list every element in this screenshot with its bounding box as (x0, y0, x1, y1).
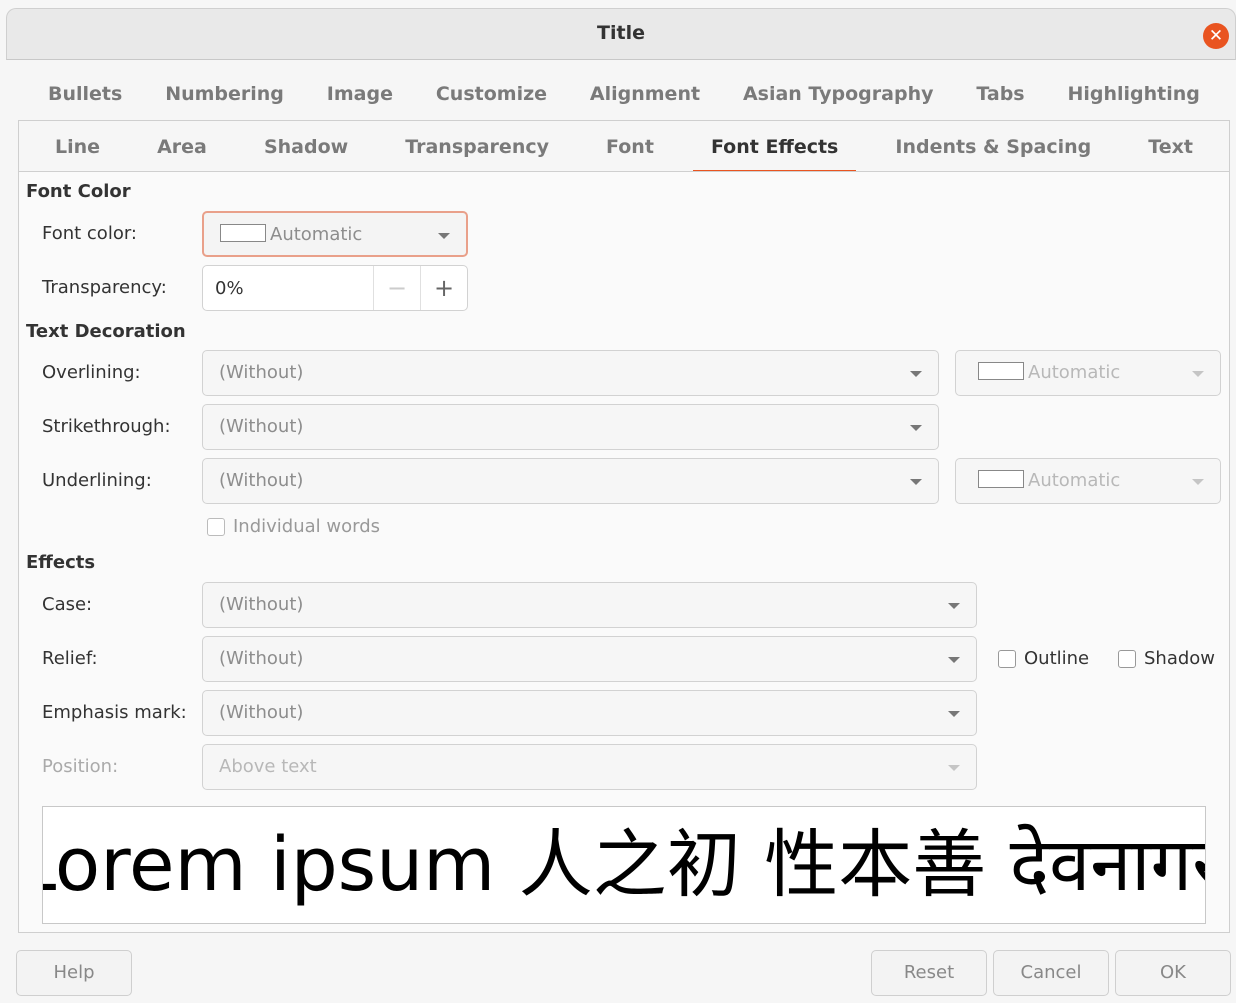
transparency-label: Transparency: (42, 277, 167, 298)
effects-heading: Effects (26, 552, 96, 573)
color-swatch (978, 362, 1024, 380)
ok-button[interactable]: OK (1115, 950, 1231, 996)
minus-icon[interactable]: − (373, 266, 420, 310)
shadow-label: Shadow (1144, 648, 1216, 669)
underlining-value: (Without) (219, 470, 304, 491)
chevron-down-icon (1192, 371, 1204, 377)
font-color-heading: Font Color (26, 181, 131, 202)
tab-numbering[interactable]: Numbering (147, 68, 302, 120)
tab-highlighting[interactable]: Highlighting (1049, 68, 1217, 120)
tab-indents-spacing[interactable]: Indents & Spacing (877, 121, 1109, 173)
chevron-down-icon (948, 657, 960, 663)
tab-row-1: Bullets Numbering Image Customize Alignm… (18, 68, 1230, 120)
chevron-down-icon (948, 603, 960, 609)
tab-line[interactable]: Line (37, 121, 118, 173)
chevron-down-icon (948, 711, 960, 717)
font-preview: Lorem ipsum 人之初 性本善 देवनागरी (42, 806, 1206, 924)
reset-button[interactable]: Reset (871, 950, 987, 996)
checkbox-box (207, 517, 225, 536)
plus-icon[interactable]: + (420, 266, 467, 310)
chevron-down-icon (910, 479, 922, 485)
individual-words-checkbox[interactable]: Individual words (207, 516, 380, 537)
close-icon[interactable]: ✕ (1203, 23, 1229, 49)
outline-label: Outline (1024, 648, 1090, 669)
position-value: Above text (219, 756, 317, 777)
underlining-dropdown[interactable]: (Without) (202, 458, 939, 504)
window-title: Title (597, 22, 645, 44)
title-bar: Title ✕ (6, 8, 1236, 60)
tab-area[interactable]: Area (139, 121, 225, 173)
transparency-value: 0% (215, 278, 244, 299)
tab-customize[interactable]: Customize (418, 68, 565, 120)
overline-color-dropdown[interactable]: Automatic (955, 350, 1221, 396)
tab-tabs[interactable]: Tabs (958, 68, 1042, 120)
tab-bullets[interactable]: Bullets (30, 68, 140, 120)
emphasis-mark-label: Emphasis mark: (42, 702, 187, 723)
overlining-value: (Without) (219, 362, 304, 383)
strikethrough-dropdown[interactable]: (Without) (202, 404, 939, 450)
relief-value: (Without) (219, 648, 304, 669)
chevron-down-icon (438, 233, 450, 239)
case-dropdown[interactable]: (Without) (202, 582, 977, 628)
shadow-checkbox[interactable]: Shadow (1118, 648, 1215, 669)
overline-color-value: Automatic (1028, 362, 1121, 383)
tab-font[interactable]: Font (588, 121, 672, 173)
text-decoration-heading: Text Decoration (26, 321, 186, 342)
relief-dropdown[interactable]: (Without) (202, 636, 977, 682)
underline-color-dropdown[interactable]: Automatic (955, 458, 1221, 504)
case-label: Case: (42, 594, 93, 615)
relief-label: Relief: (42, 648, 98, 669)
position-label: Position: (42, 756, 119, 777)
outline-checkbox[interactable]: Outline (998, 648, 1089, 669)
font-color-label: Font color: (42, 223, 137, 244)
checkbox-box (998, 649, 1016, 668)
underlining-label: Underlining: (42, 470, 152, 491)
overlining-dropdown[interactable]: (Without) (202, 350, 939, 396)
preview-text: Lorem ipsum 人之初 性本善 देवनागरी (42, 822, 1206, 908)
case-value: (Without) (219, 594, 304, 615)
checkbox-box (1118, 649, 1136, 668)
font-color-dropdown[interactable]: Automatic (202, 211, 468, 257)
overlining-label: Overlining: (42, 362, 141, 383)
tab-asian-typography[interactable]: Asian Typography (725, 68, 952, 120)
emphasis-mark-value: (Without) (219, 702, 304, 723)
position-dropdown[interactable]: Above text (202, 744, 977, 790)
chevron-down-icon (1192, 479, 1204, 485)
chevron-down-icon (910, 425, 922, 431)
tab-row-2: Line Area Shadow Transparency Font Font … (18, 120, 1230, 173)
tab-alignment[interactable]: Alignment (572, 68, 718, 120)
emphasis-mark-dropdown[interactable]: (Without) (202, 690, 977, 736)
cancel-button[interactable]: Cancel (993, 950, 1109, 996)
color-swatch (220, 224, 266, 242)
font-color-value: Automatic (270, 224, 363, 245)
strikethrough-label: Strikethrough: (42, 416, 171, 437)
tab-shadow[interactable]: Shadow (246, 121, 366, 173)
transparency-spinbox[interactable]: 0% − + (202, 265, 468, 311)
tab-image[interactable]: Image (309, 68, 411, 120)
chevron-down-icon (948, 765, 960, 771)
color-swatch (978, 470, 1024, 488)
underline-color-value: Automatic (1028, 470, 1121, 491)
tab-transparency[interactable]: Transparency (387, 121, 567, 173)
strikethrough-value: (Without) (219, 416, 304, 437)
help-button[interactable]: Help (16, 950, 132, 996)
tab-text[interactable]: Text (1130, 121, 1211, 173)
chevron-down-icon (910, 371, 922, 377)
individual-words-label: Individual words (233, 516, 381, 537)
tab-font-effects[interactable]: Font Effects (692, 121, 857, 173)
